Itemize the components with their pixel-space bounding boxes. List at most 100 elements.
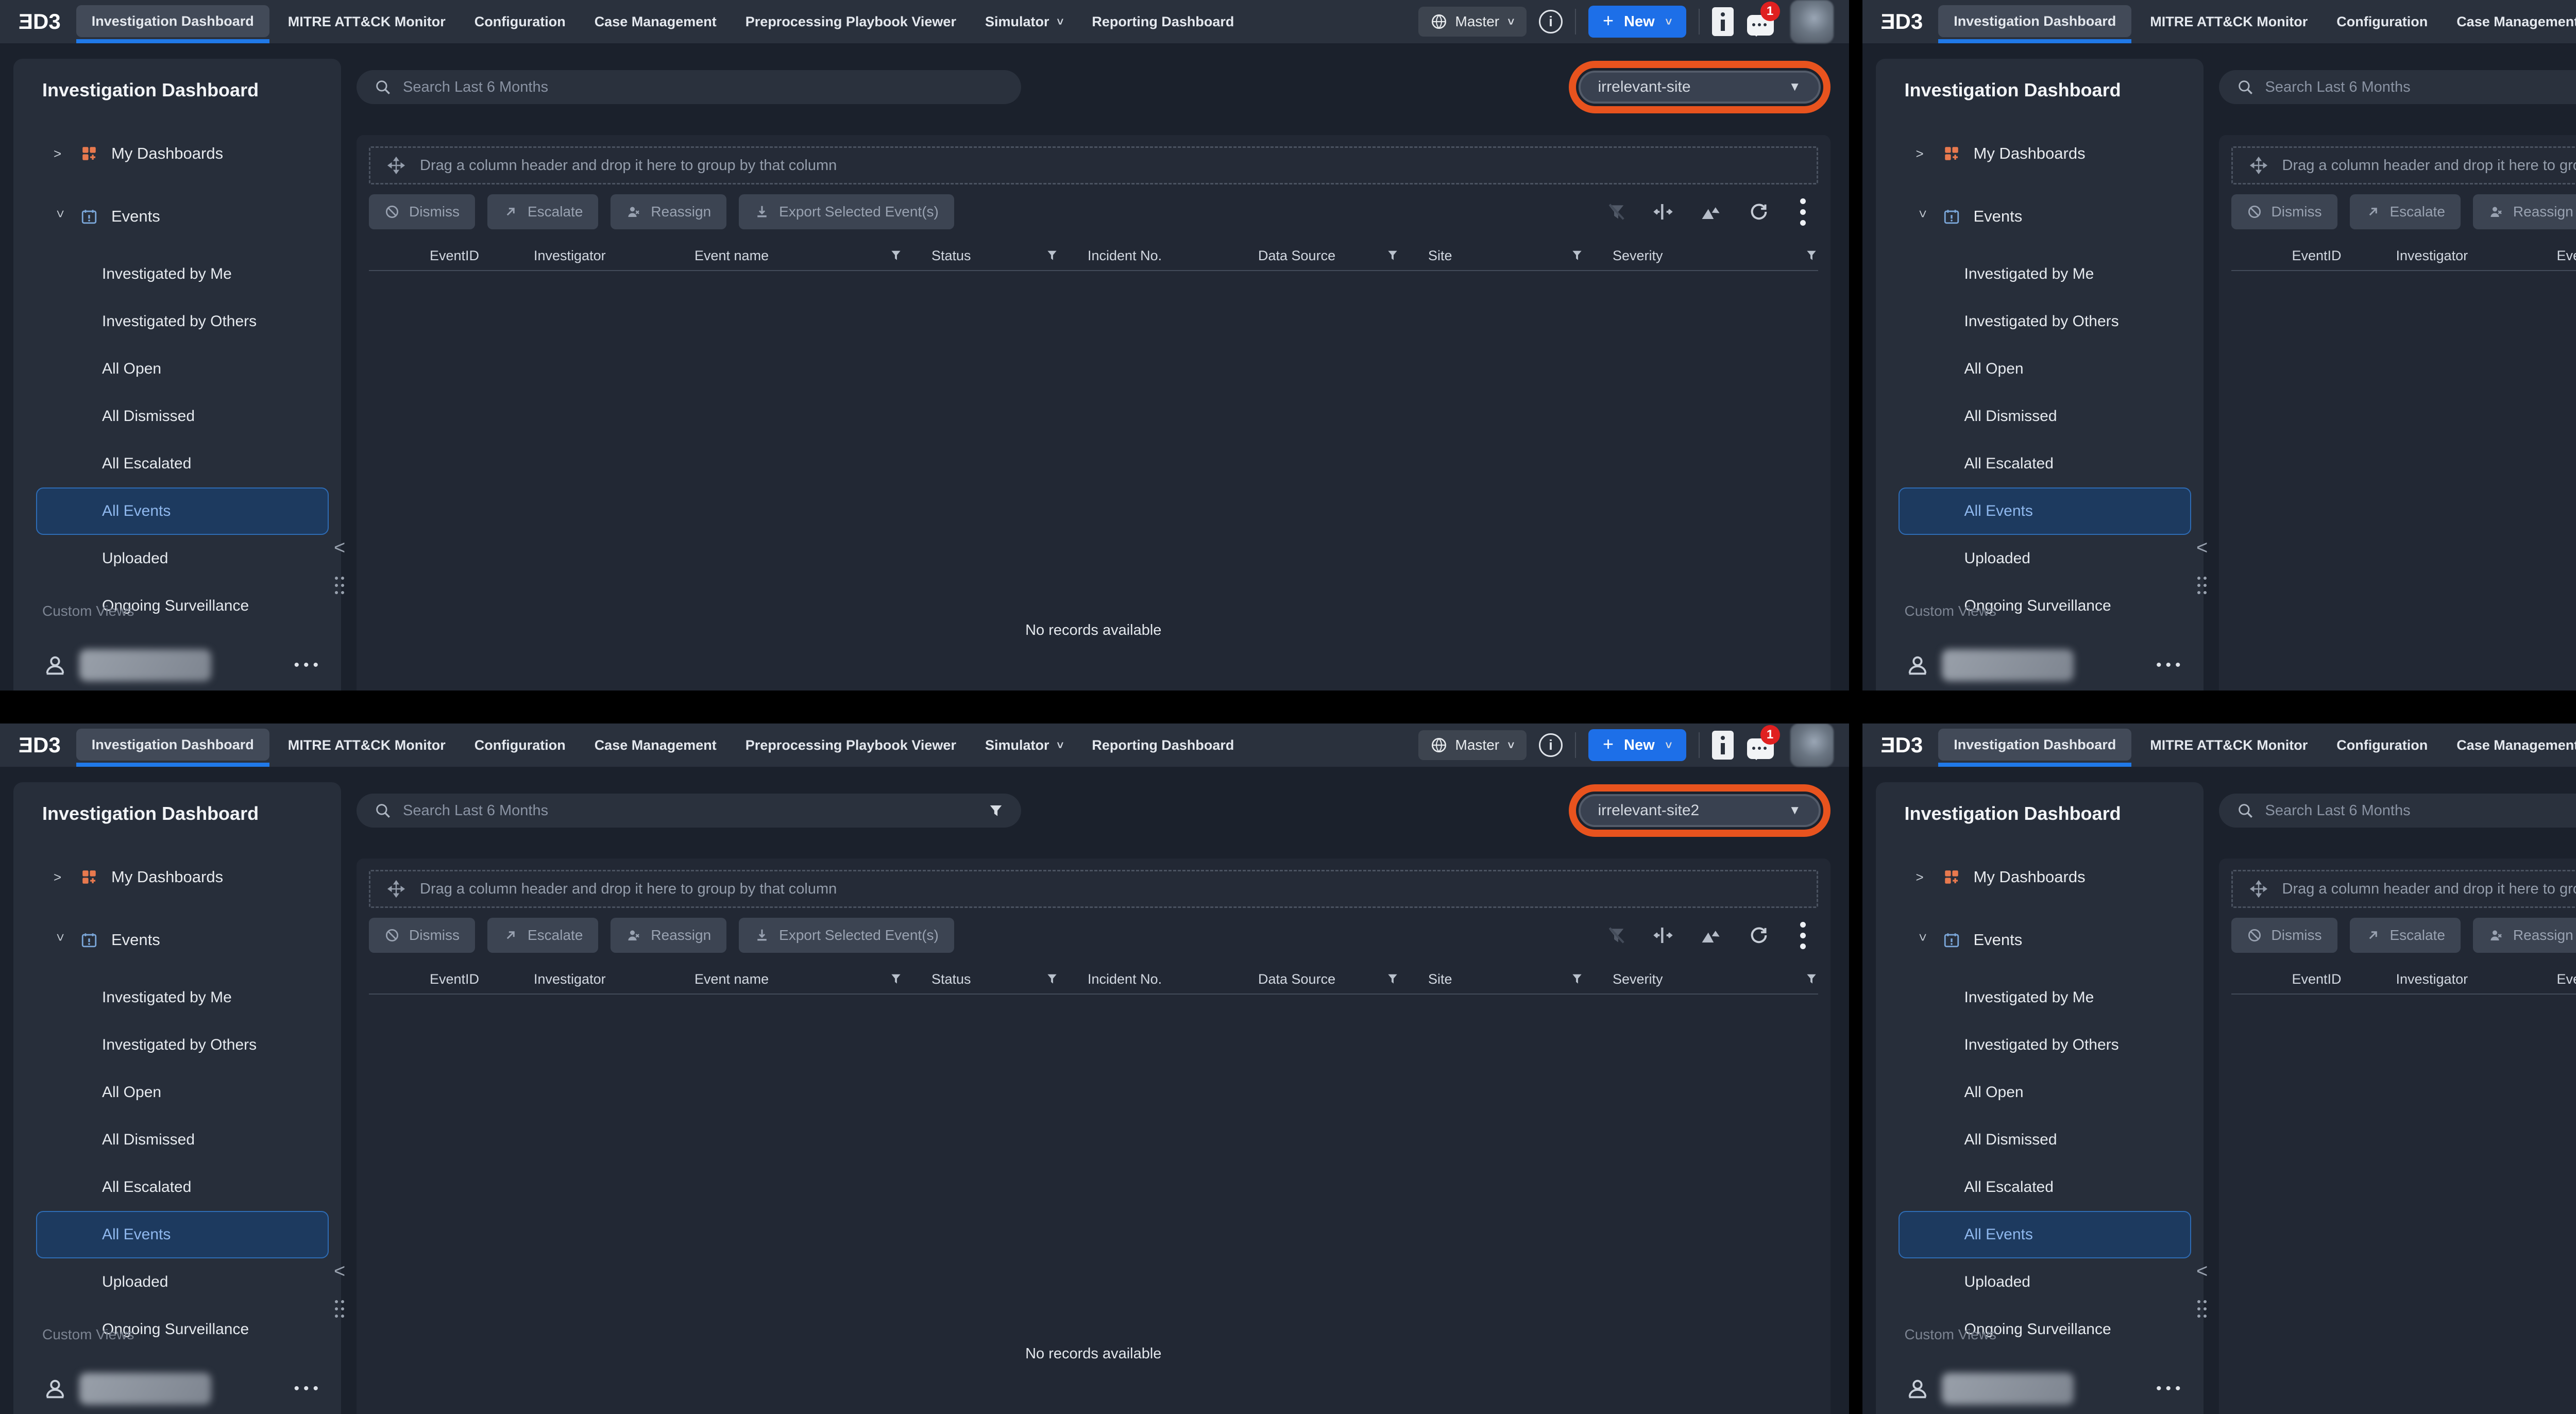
info-icon[interactable]: i [1539,733,1563,757]
bulk-action-button[interactable]: Dismiss [2231,918,2337,953]
bulk-action-button[interactable]: Escalate [2350,194,2461,229]
filter-icon[interactable] [1570,972,1584,986]
column-header[interactable]: Site [1413,241,1597,270]
sidebar-collapse-icon[interactable]: > [2196,1259,2208,1282]
nav-item[interactable]: Simulator > [971,0,1077,43]
clear-filters-icon[interactable] [1606,202,1626,222]
sidebar-group-my-dashboards[interactable]: > My Dashboards [54,144,341,163]
column-header[interactable]: Event name [679,241,916,270]
column-header[interactable]: Data Source [1243,241,1413,270]
column-header[interactable]: Event name [2541,241,2576,270]
sidebar-view-item[interactable]: All Open [1899,345,2191,393]
sidebar-view-item[interactable]: Investigated by Me [1899,250,2191,298]
filter-icon[interactable] [1570,249,1584,262]
nav-item[interactable]: Investigation Dashboard > [76,5,269,37]
sidebar-group-my-dashboards[interactable]: > My Dashboards [1916,868,2204,886]
sidebar-view-item[interactable]: All Dismissed [36,1116,329,1164]
nav-item[interactable]: Case Management > [580,0,731,43]
avatar[interactable] [1790,723,1834,767]
search-input[interactable] [403,79,1004,96]
bulk-action-button[interactable]: Dismiss [369,918,475,953]
nav-item[interactable]: Case Management > [580,723,731,767]
new-button[interactable]: + New > [1588,6,1686,38]
search-input[interactable] [403,802,977,819]
column-header[interactable]: Incident No. [1072,965,1243,994]
release-notes-icon[interactable] [1712,7,1734,36]
filter-icon[interactable] [889,972,903,986]
sidebar-view-item[interactable]: Investigated by Others [36,1021,329,1069]
nav-item[interactable]: Investigation Dashboard > [1938,5,2131,37]
column-header[interactable]: Incident No. [1072,241,1243,270]
sidebar-view-item[interactable]: All Open [36,345,329,393]
drag-handle-icon[interactable] [2195,575,2209,596]
site-dropdown[interactable]: irrelevant-site ▼ [1579,71,1821,104]
sidebar-collapse-icon[interactable]: > [334,1259,345,1282]
nav-item[interactable]: Configuration > [2322,723,2442,767]
sidebar-group-events[interactable]: > Events [54,207,341,226]
column-resize-icon[interactable] [1653,201,1673,222]
nav-item[interactable]: Investigation Dashboard > [76,729,269,761]
clear-filters-icon[interactable] [1606,925,1626,945]
bulk-action-button[interactable]: Reassign [611,194,726,229]
filter-icon[interactable] [1386,972,1399,986]
nav-item[interactable]: Configuration > [2322,0,2442,43]
nav-item[interactable]: Preprocessing Playbook Viewer > [731,0,971,43]
new-button[interactable]: + New > [1588,729,1686,761]
more-options-icon[interactable] [1796,196,1810,228]
nav-item[interactable]: Investigation Dashboard > [1938,729,2131,761]
column-header[interactable]: EventID [369,965,518,994]
column-header[interactable]: Data Source [1243,965,1413,994]
sidebar-view-item[interactable]: Uploaded [1899,535,2191,582]
bulk-action-button[interactable]: Dismiss [369,194,475,229]
filter-icon[interactable] [1045,249,1059,262]
column-resize-icon[interactable] [1653,925,1673,946]
nav-item[interactable]: MITRE ATT&CK Monitor > [274,0,460,43]
tenant-selector[interactable]: Master > [1418,730,1527,760]
tenant-selector[interactable]: Master > [1418,7,1527,37]
sidebar-view-item[interactable]: All Open [36,1069,329,1116]
analytics-icon[interactable] [1700,201,1722,223]
search-box[interactable] [357,794,1021,828]
sidebar-view-item[interactable]: All Dismissed [1899,393,2191,440]
sidebar-view-item[interactable]: Investigated by Me [1899,974,2191,1021]
sidebar-view-item[interactable]: All Events [36,1211,329,1258]
nav-item[interactable]: MITRE ATT&CK Monitor > [274,723,460,767]
column-header[interactable]: Event name [679,965,916,994]
sidebar-view-item[interactable]: All Dismissed [1899,1116,2191,1164]
user-menu-ellipsis-icon[interactable]: ••• [2156,656,2185,674]
column-header[interactable]: EventID [2231,241,2381,270]
column-header[interactable]: Investigator [2381,241,2541,270]
group-drop-zone[interactable]: Drag a column header and drop it here to… [2231,870,2576,908]
search-box[interactable] [2219,70,2576,104]
user-menu-ellipsis-icon[interactable]: ••• [294,656,323,674]
sidebar-group-events[interactable]: > Events [1916,207,2204,226]
bulk-action-button[interactable]: Reassign [2473,194,2576,229]
sidebar-view-item[interactable]: All Events [36,487,329,535]
sidebar-view-item[interactable]: All Events [1899,487,2191,535]
refresh-icon[interactable] [1749,201,1769,222]
nav-item[interactable]: Preprocessing Playbook Viewer > [731,723,971,767]
avatar[interactable] [1790,0,1834,43]
bulk-action-button[interactable]: Export Selected Event(s) [739,194,954,229]
column-header[interactable]: Site [1413,965,1597,994]
sidebar-group-my-dashboards[interactable]: > My Dashboards [54,868,341,886]
filter-icon[interactable] [889,249,903,262]
chat-icon[interactable]: 1 [1746,6,1778,38]
nav-item[interactable]: Configuration > [460,723,580,767]
bulk-action-button[interactable]: Escalate [487,194,598,229]
sidebar-view-item[interactable]: Investigated by Others [1899,1021,2191,1069]
search-input[interactable] [2265,802,2576,819]
sidebar-group-my-dashboards[interactable]: > My Dashboards [1916,144,2204,163]
sidebar-view-item[interactable]: Investigated by Others [36,298,329,345]
nav-item[interactable]: Case Management > [2442,723,2576,767]
column-header[interactable]: EventID [369,241,518,270]
search-box[interactable] [2219,794,2576,828]
column-header[interactable]: Severity [1597,241,1832,270]
sidebar-view-item[interactable]: All Dismissed [36,393,329,440]
bulk-action-button[interactable]: Escalate [487,918,598,953]
sidebar-group-events[interactable]: > Events [54,931,341,949]
sidebar-view-item[interactable]: All Escalated [36,1164,329,1211]
filter-icon[interactable] [1805,972,1818,986]
group-drop-zone[interactable]: Drag a column header and drop it here to… [2231,146,2576,184]
sidebar-view-item[interactable]: All Open [1899,1069,2191,1116]
